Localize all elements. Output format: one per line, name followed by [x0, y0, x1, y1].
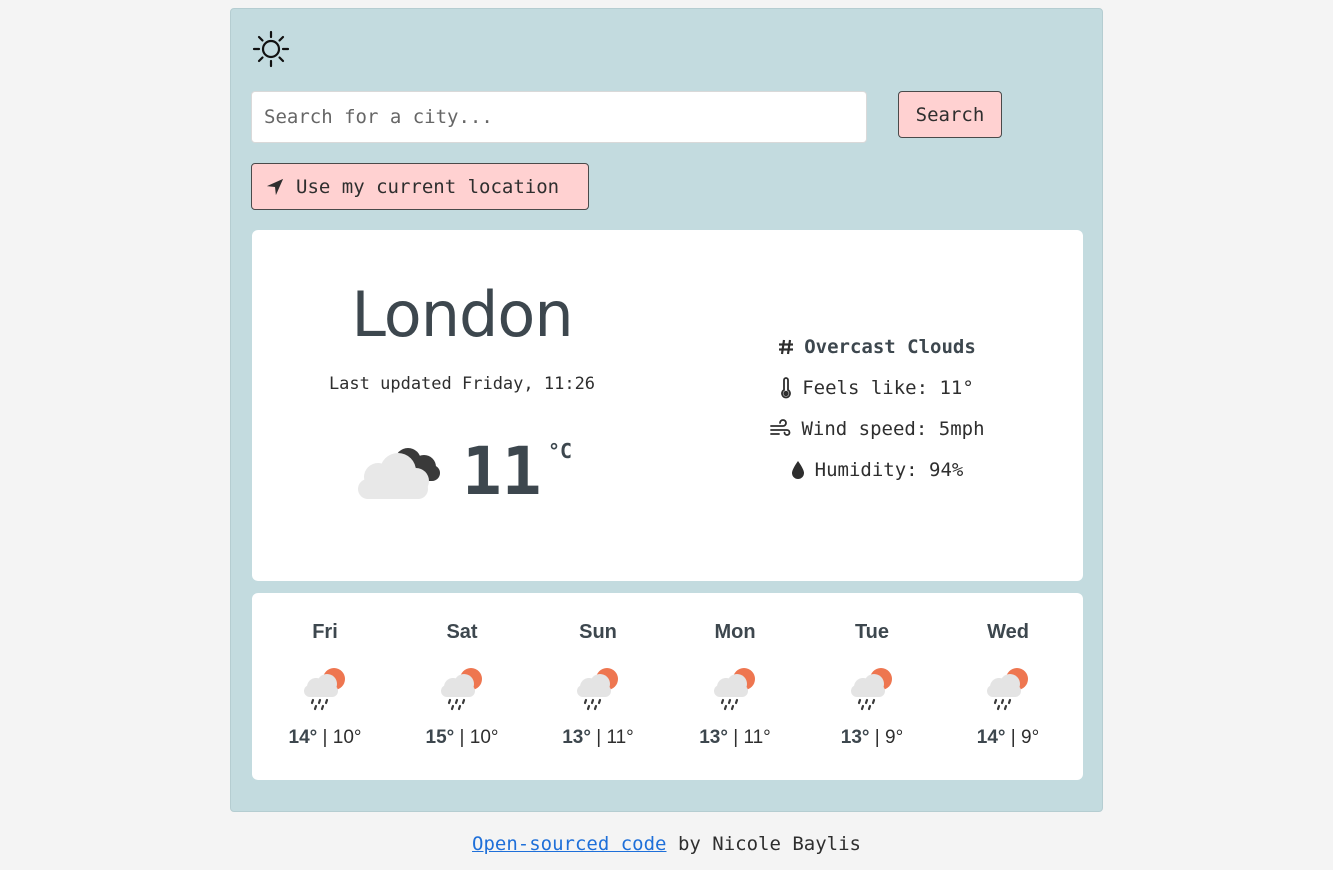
wind-speed: Wind speed: 5mph: [742, 408, 1012, 449]
last-updated: Last updated Friday, 11:26: [328, 374, 596, 394]
forecast-temps: 15° | 10°: [425, 727, 499, 748]
sun-rain-icon: [577, 668, 618, 711]
theme-toggle[interactable]: [251, 29, 291, 69]
forecast-max: 13°: [699, 727, 728, 748]
weather-details: Overcast Clouds Feels like: 11° Wind spe…: [742, 326, 1012, 490]
forecast-max: 13°: [840, 727, 870, 748]
partly-cloudy-icon: [358, 448, 440, 499]
forecast-min: 9°: [1021, 727, 1040, 748]
humidity-text: Humidity: 94%: [814, 458, 964, 481]
hash-icon: [779, 339, 794, 354]
forecast-day: Sun 13° | 11°: [543, 621, 653, 749]
forecast-min: 11°: [606, 727, 634, 748]
forecast-temps: 13° | 9°: [840, 727, 904, 748]
wind-icon: [770, 418, 791, 436]
forecast-day-name: Wed: [987, 621, 1029, 643]
sun-rain-icon: [714, 668, 755, 711]
forecast-day: Sat 15° | 10°: [407, 621, 517, 749]
weather-description: Overcast Clouds: [742, 326, 1012, 367]
sun-rain-icon: [304, 668, 345, 711]
forecast-day: Mon 13° | 11°: [680, 621, 790, 749]
forecast-max: 13°: [562, 727, 591, 748]
footer-credit: by Nicole Baylis: [666, 833, 861, 855]
forecast-day: Tue 13° | 9°: [817, 621, 927, 749]
footer: Open-sourced code by Nicole Baylis: [0, 833, 1333, 855]
forecast-min: 10°: [332, 727, 362, 748]
source-code-link[interactable]: Open-sourced code: [472, 833, 666, 855]
forecast-day-name: Fri: [312, 621, 338, 643]
thermometer-icon: [781, 376, 792, 398]
sun-rain-icon: [851, 668, 892, 711]
forecast-max: 15°: [425, 727, 455, 748]
forecast-min: 9°: [885, 727, 904, 748]
city-name: London: [351, 278, 573, 351]
feels-like: Feels like: 11°: [742, 367, 1012, 408]
weather-app-panel: Search Use my current location London La…: [230, 8, 1103, 812]
use-location-button[interactable]: Use my current location: [251, 163, 589, 210]
search-input[interactable]: [251, 91, 867, 143]
temperature-unit[interactable]: °C: [548, 439, 572, 463]
forecast-min: 10°: [469, 727, 499, 748]
forecast-day-name: Sun: [579, 621, 617, 643]
forecast-day: Fri 14° | 10°: [270, 621, 380, 749]
forecast-max: 14°: [976, 727, 1006, 748]
droplet-icon: [791, 460, 804, 479]
current-weather-card: London Last updated Friday, 11:26 11 °C: [252, 230, 1083, 581]
forecast-min: 11°: [743, 727, 771, 748]
forecast-day-name: Sat: [446, 621, 478, 643]
location-arrow-icon: [266, 178, 284, 195]
forecast-day-name: Mon: [714, 621, 756, 643]
forecast-day-name: Tue: [854, 621, 890, 643]
description-text: Overcast Clouds: [804, 335, 976, 358]
forecast-max: 14°: [288, 727, 318, 748]
forecast-temps: 13° | 11°: [699, 727, 771, 748]
wind-text: Wind speed: 5mph: [801, 417, 985, 440]
sun-rain-icon: [441, 668, 482, 711]
use-location-label: Use my current location: [296, 175, 560, 198]
current-temperature-block: 11 °C: [352, 433, 592, 515]
sun-icon: [252, 30, 290, 68]
forecast-temps: 13° | 11°: [562, 727, 634, 748]
current-temperature: 11: [462, 433, 542, 510]
sun-rain-icon: [987, 668, 1028, 711]
humidity: Humidity: 94%: [742, 449, 1012, 490]
feels-like-text: Feels like: 11°: [802, 376, 974, 399]
forecast-temps: 14° | 10°: [288, 727, 362, 748]
forecast-card: Fri 14° | 10° Sat 15° | 10° Sun 13° | 11…: [252, 593, 1083, 780]
forecast-temps: 14° | 9°: [976, 727, 1040, 748]
forecast-day: Wed 14° | 9°: [953, 621, 1063, 749]
search-button[interactable]: Search: [898, 91, 1002, 138]
